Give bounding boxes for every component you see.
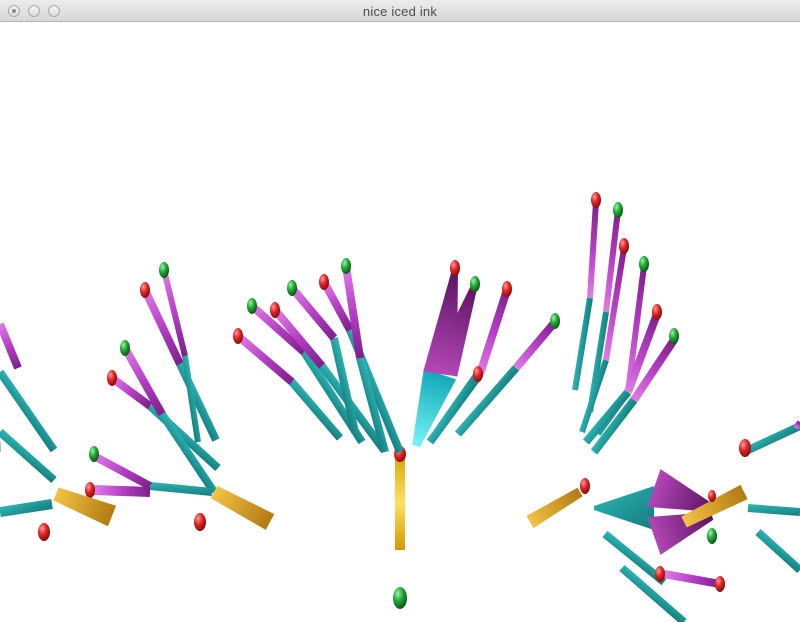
3d-scene-canvas[interactable] [0, 22, 800, 622]
bond-rod [0, 442, 1, 452]
atom-sphere [739, 439, 751, 457]
teal-cone [594, 486, 654, 530]
atom-sphere [707, 528, 717, 544]
atom-sphere [470, 276, 480, 292]
atom-sphere [550, 313, 560, 329]
bond-rod [476, 288, 511, 376]
atom-sphere [247, 298, 257, 314]
atom-sphere [287, 280, 297, 296]
atom-sphere [140, 282, 150, 298]
bond-rod [0, 322, 22, 370]
atom-sphere [580, 478, 590, 494]
atom-sphere [473, 366, 483, 382]
bond-rod [572, 297, 593, 391]
atom-sphere [715, 576, 725, 592]
atom-sphere [613, 202, 623, 218]
bond-rod [755, 529, 800, 573]
molecule-scene [0, 192, 800, 622]
gold-cone [210, 485, 275, 530]
atom-sphere [194, 513, 206, 531]
bond-rod [742, 422, 800, 456]
gold-cone [526, 487, 583, 529]
atom-sphere [655, 566, 665, 582]
bond-rod [663, 570, 721, 588]
bond-rod [93, 485, 151, 497]
atom-sphere [85, 482, 95, 498]
atom-sphere [159, 262, 169, 278]
window-title: nice iced ink [362, 4, 438, 19]
atom-sphere [669, 328, 679, 344]
bond-rod [92, 452, 152, 490]
center-yellow-rod [395, 454, 405, 550]
app-window: nice iced ink [0, 0, 800, 622]
atom-sphere [450, 260, 460, 276]
bond-rod [0, 499, 53, 517]
bond-rod [512, 319, 559, 371]
atom-sphere [120, 340, 130, 356]
bond-rod [587, 201, 599, 299]
bond-rod [149, 482, 213, 496]
atom-sphere [708, 490, 716, 502]
atom-sphere [639, 256, 649, 272]
atom-sphere [652, 304, 662, 320]
title-bar[interactable]: nice iced ink [0, 0, 800, 22]
bond-rod [747, 504, 800, 516]
atom-sphere [619, 238, 629, 254]
atom-sphere [270, 302, 280, 318]
atom-sphere [341, 258, 351, 274]
bottom-green-atom [393, 587, 407, 609]
atom-sphere [38, 523, 50, 541]
atom-sphere [502, 281, 512, 297]
atom-sphere [591, 192, 601, 208]
atom-sphere [319, 274, 329, 290]
atom-sphere [89, 446, 99, 462]
atom-sphere [233, 328, 243, 344]
atom-sphere [107, 370, 117, 386]
